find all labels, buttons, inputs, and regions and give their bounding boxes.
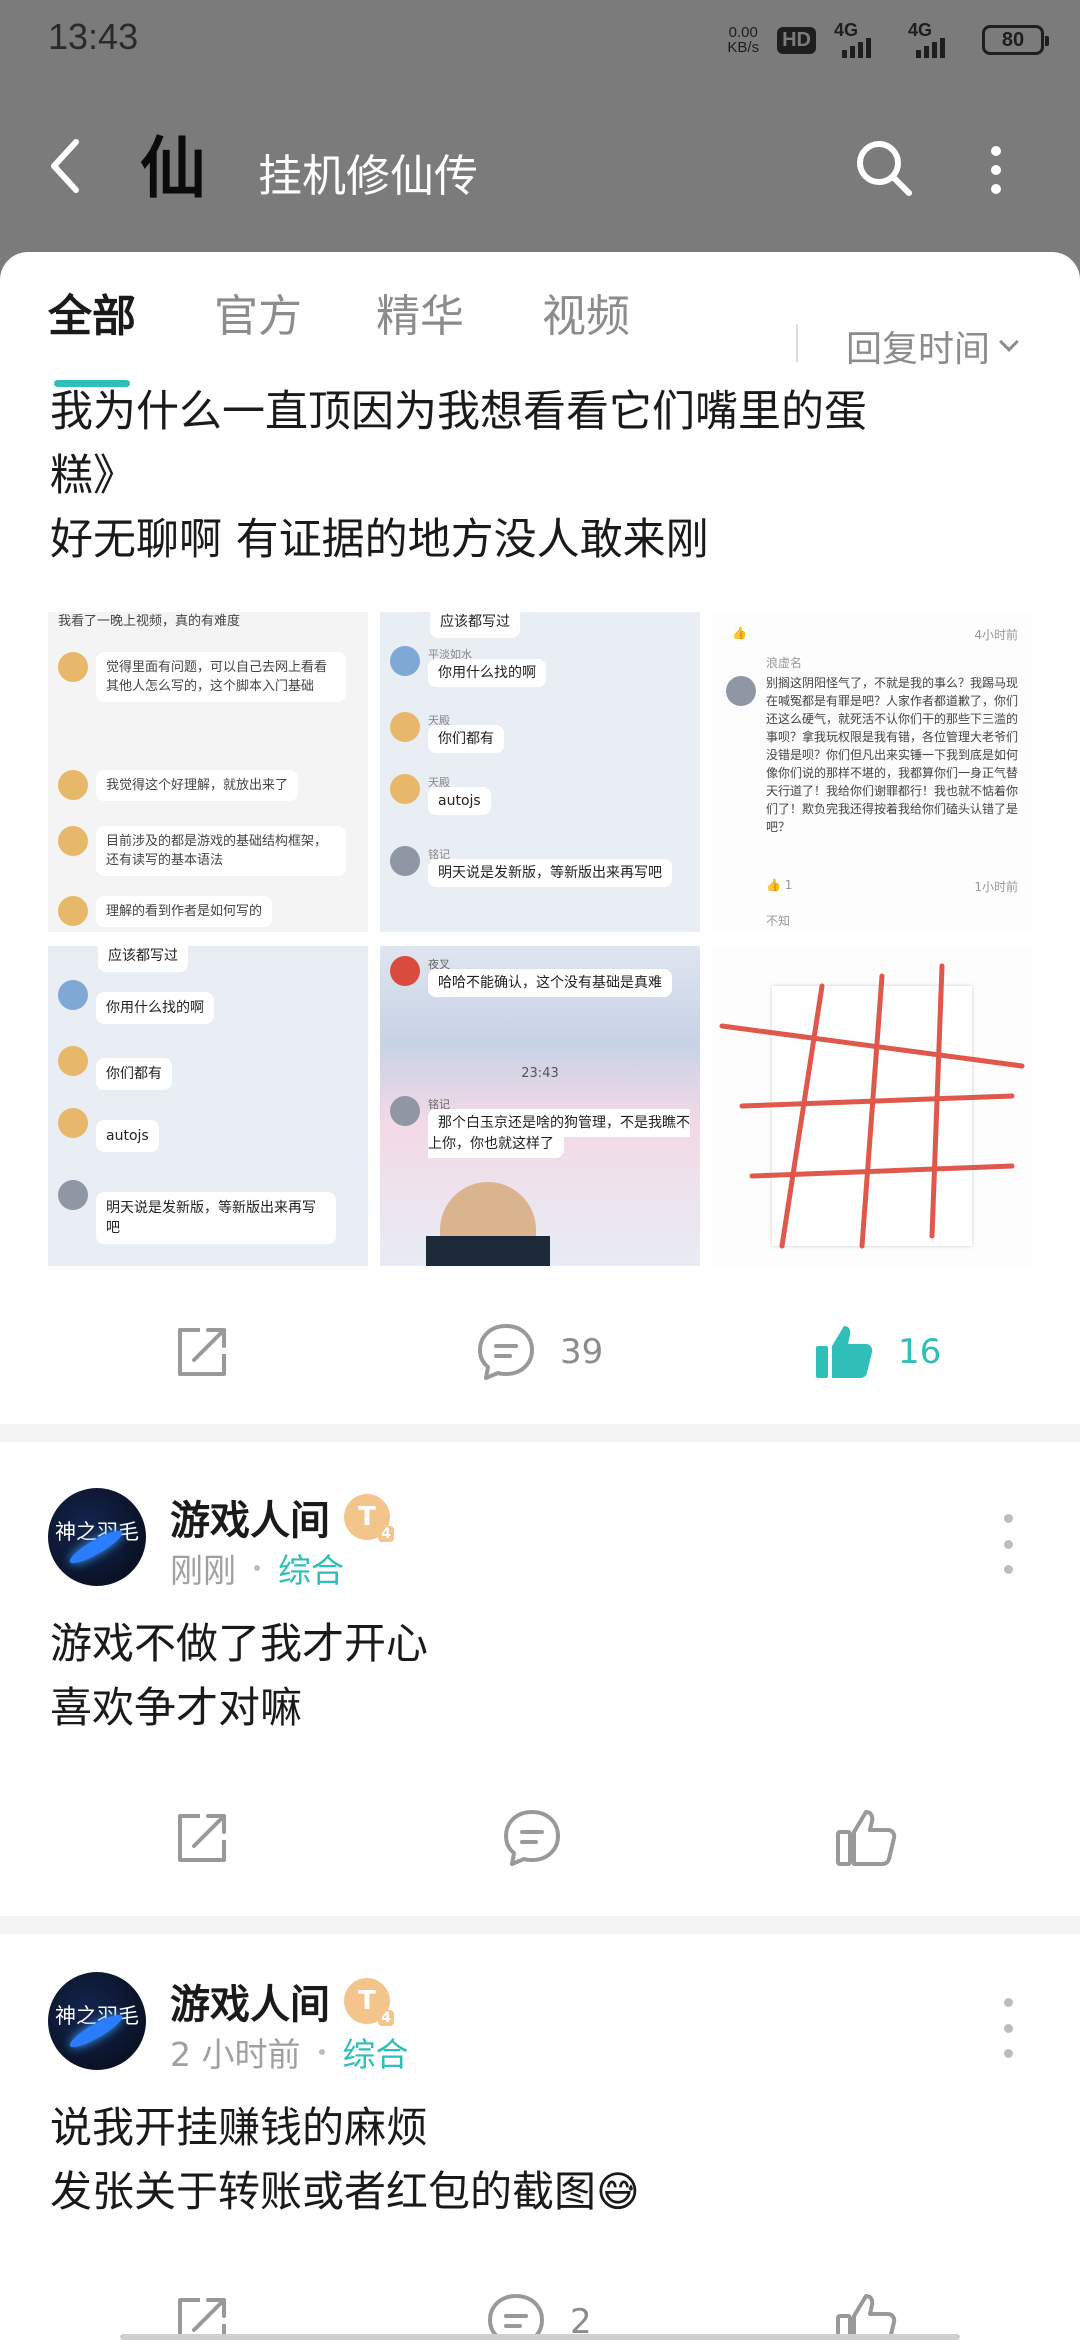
share-icon [178, 1814, 226, 1862]
post-meta: 2 小时前 综合 [170, 2028, 409, 2076]
comment-count: 39 [560, 1332, 604, 1372]
back-arrow-icon [51, 139, 79, 193]
avatar [390, 774, 420, 804]
post-image[interactable]: 夜叉 哈哈不能确认，这个没有基础是真难 23:43 铭记 那个白玉京还是啥的狗管理，… [380, 946, 700, 1266]
sort-dropdown[interactable]: 回复时间 [846, 320, 1019, 372]
post-more-button[interactable] [998, 1514, 1018, 1574]
forum-title[interactable]: 挂机修仙传 [258, 140, 478, 204]
post-image-grid: 我看了一晚上视频，真的有难度 觉得里面有问题，可以自己去网上看看其他人怎么写的，… [48, 612, 1034, 1266]
share-button[interactable] [170, 1788, 234, 1888]
hd-icon: HD [777, 26, 816, 54]
share-icon [178, 1328, 226, 1376]
thumbs-up-icon [836, 1810, 897, 1866]
avatar [58, 896, 88, 926]
dot-icon [991, 165, 1001, 175]
comment-icon [488, 2294, 544, 2340]
avatar[interactable]: 神之羽毛 [48, 1972, 146, 2070]
like-button[interactable]: 16 [812, 1302, 941, 1402]
author-name[interactable]: 游戏人间 T4 [170, 1488, 394, 1546]
post-actions: 2 [0, 2272, 1080, 2340]
net-speed: 0.00 KB/s [727, 24, 760, 56]
comment-button[interactable]: 39 [474, 1302, 603, 1402]
avatar [390, 646, 420, 676]
thumbs-up-icon [836, 2294, 897, 2340]
battery-icon: 80 [982, 25, 1049, 55]
post-meta: 刚刚 综合 [170, 1544, 344, 1592]
tab-video[interactable]: 视频 [542, 280, 630, 344]
comment-icon [478, 1324, 534, 1380]
dot-icon [991, 146, 1001, 156]
post-body[interactable]: 说我开挂赚钱的麻烦 发张关于转账或者红包的截图😅 [50, 2096, 1030, 2224]
tab-divider [796, 324, 798, 362]
share-icon [178, 2298, 226, 2340]
post-actions [0, 1788, 1080, 1888]
post-image[interactable]: 👍 4小时前 浪虚名 别搁这阴阳怪气了，不就是我的事么？我踢马现在喊冤都是有罪是… [712, 612, 1032, 932]
post-actions: 39 16 [0, 1302, 1080, 1402]
signal-icon: 4G [908, 20, 964, 58]
like-count: 16 [898, 1332, 942, 1372]
post-more-button[interactable] [998, 1998, 1018, 2058]
avatar [58, 826, 88, 856]
post-body[interactable]: 游戏不做了我才开心 喜欢争才对嘛 [50, 1612, 1030, 1740]
post-body[interactable]: 我为什么一直顶因为我想看看它们嘴里的蛋 糕》 好无聊啊 有证据的地方没人敢来刚 [50, 380, 1030, 572]
search-button[interactable] [852, 136, 916, 200]
avatar [58, 980, 88, 1010]
post-category[interactable]: 综合 [343, 2028, 409, 2076]
avatar [390, 846, 420, 876]
post-image[interactable]: 应该都写过 平淡如水 你用什么找的啊 天殿 你们都有 天殿 autojs 铭记 明天说是… [380, 612, 700, 932]
back-button[interactable] [44, 136, 94, 196]
scribble-icon [719, 963, 1025, 1249]
share-button[interactable] [170, 2272, 234, 2340]
tab-featured[interactable]: 精华 [376, 280, 464, 344]
avatar [390, 712, 420, 742]
status-icons: 0.00 KB/s HD 4G 4G 80 [727, 20, 1049, 58]
tab-all[interactable]: 全部 [48, 280, 136, 344]
divider [0, 1424, 1080, 1442]
content-sheet: 全部 官方 精华 视频 回复时间 我为什么一直顶因为我想看看它们嘴里的蛋 糕》 … [0, 252, 1080, 2340]
avatar [58, 1180, 88, 1210]
level-badge: T4 [344, 1978, 394, 2026]
thumbs-up-icon [816, 1326, 873, 1378]
chevron-down-icon [999, 332, 1019, 352]
post-image[interactable]: 应该都写过 你用什么找的啊 你们都有 autojs 明天说是发新版，等新版出来再… [48, 946, 368, 1266]
avatar [58, 652, 88, 682]
post-image[interactable] [712, 946, 1032, 1266]
avatar [726, 676, 756, 706]
post-card[interactable]: 神之羽毛 游戏人间 T4 2 小时前 综合 说我开挂赚钱的麻烦 发张关于转账或者… [0, 1972, 1080, 2272]
avatar [390, 1096, 420, 1126]
status-time: 13:43 [48, 16, 139, 57]
comment-button[interactable] [500, 1788, 564, 1888]
signal-icon: 4G [834, 20, 890, 58]
avatar [58, 1108, 88, 1138]
search-icon [857, 141, 912, 196]
avatar [58, 1046, 88, 1076]
thumbs-up-icon: 👍 [732, 626, 747, 640]
like-button[interactable] [834, 2272, 898, 2340]
avatar [390, 956, 420, 986]
more-options-button[interactable] [978, 140, 1014, 200]
post-image[interactable]: 我看了一晚上视频，真的有难度 觉得里面有问题，可以自己去网上看看其他人怎么写的，… [48, 612, 368, 932]
status-bar: 13:43 0.00 KB/s HD 4G 4G 80 [0, 0, 1080, 82]
comment-icon [504, 1810, 560, 1866]
level-badge: T4 [344, 1494, 394, 1542]
post-time: 2 小时前 [170, 2035, 301, 2074]
post-category[interactable]: 综合 [278, 1544, 344, 1592]
author-name[interactable]: 游戏人间 T4 [170, 1972, 394, 2030]
dot-icon [991, 184, 1001, 194]
divider [0, 1916, 1080, 1934]
tab-official[interactable]: 官方 [214, 280, 302, 344]
filter-tabs: 全部 官方 精华 视频 回复时间 [0, 280, 1080, 390]
avatar [58, 770, 88, 800]
home-indicator[interactable] [120, 2334, 960, 2340]
like-button[interactable] [834, 1788, 898, 1888]
comment-button[interactable]: 2 [484, 2272, 592, 2340]
post-card[interactable]: 神之羽毛 游戏人间 T4 刚刚 综合 游戏不做了我才开心 喜欢争才对嘛 [0, 1488, 1080, 1788]
share-button[interactable] [170, 1302, 234, 1402]
post-time: 刚刚 [170, 1551, 236, 1590]
forum-logo[interactable]: 仙 [140, 128, 230, 208]
like-count: 👍 1 [766, 878, 793, 892]
app-bar: 仙 挂机修仙传 [0, 110, 1080, 230]
sort-label: 回复时间 [846, 329, 991, 370]
avatar[interactable]: 神之羽毛 [48, 1488, 146, 1586]
